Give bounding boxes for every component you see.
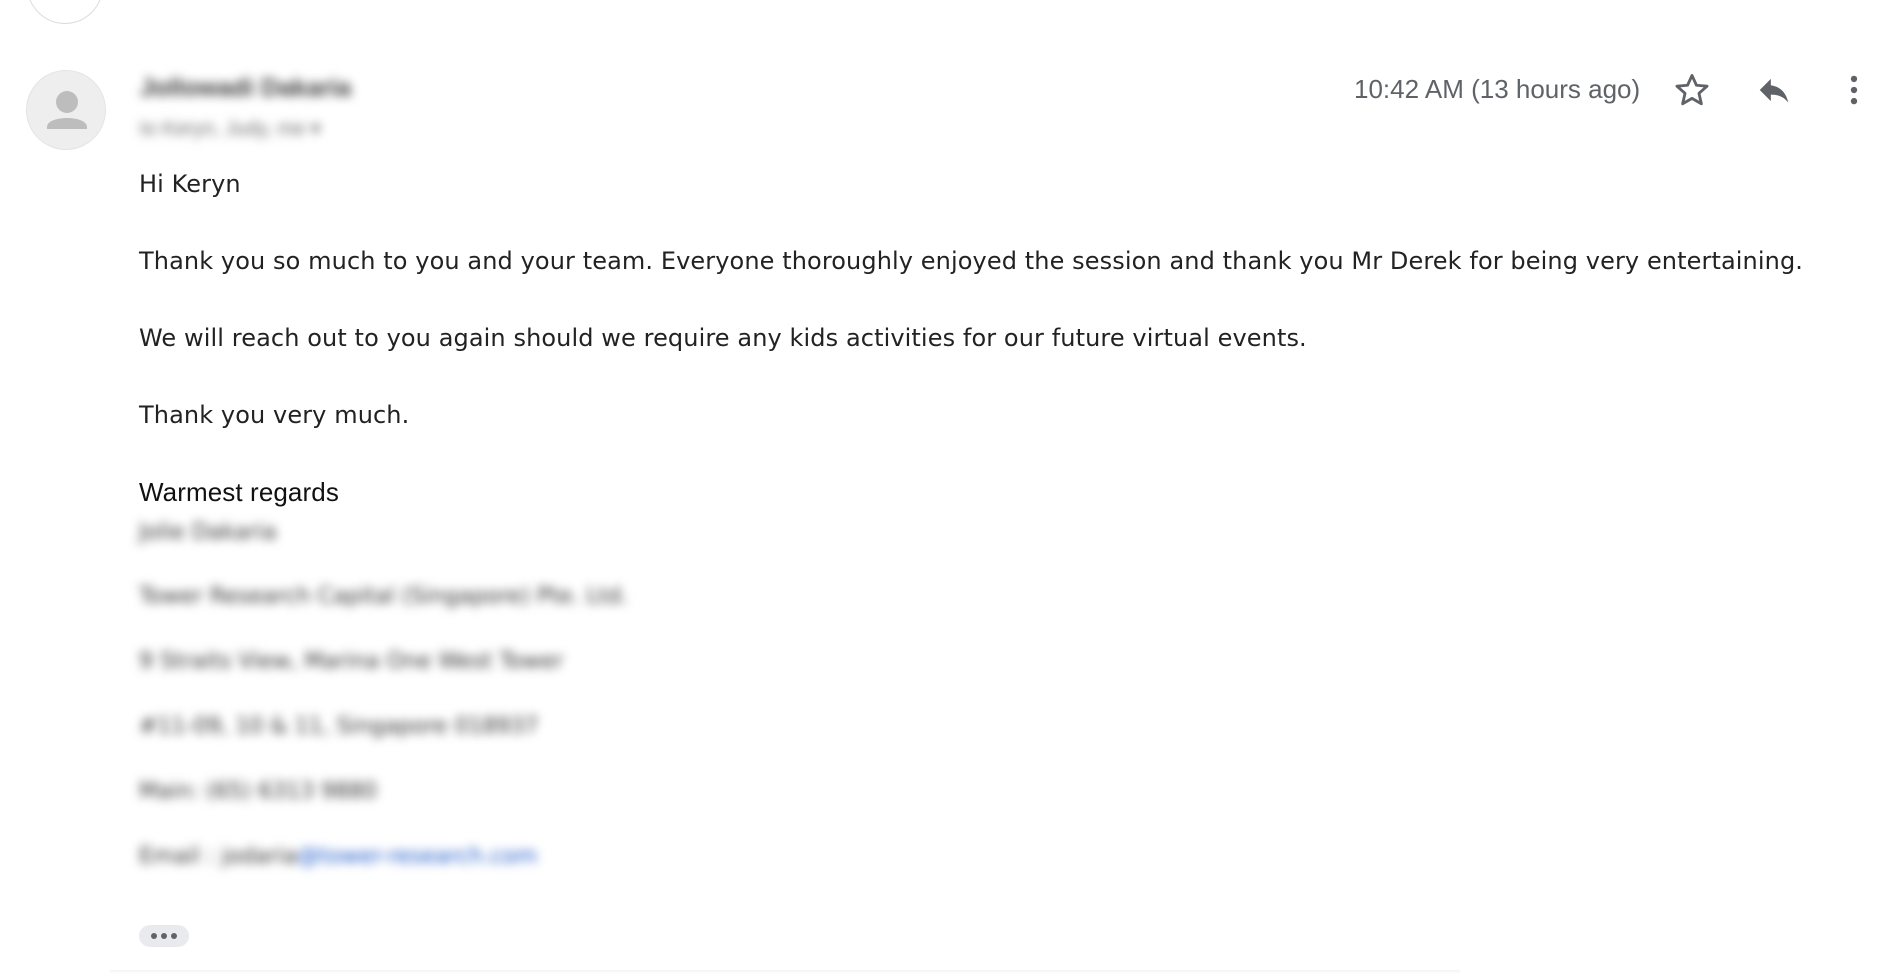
reply-icon (1759, 78, 1789, 103)
signature-email: Email : jodaria@tower-research.com (139, 844, 537, 869)
sender-name[interactable]: Jollowadi Dakaria (140, 74, 351, 103)
more-options-button[interactable] (1832, 68, 1876, 112)
show-trimmed-content-button[interactable] (139, 925, 189, 947)
previous-message-avatar[interactable] (27, 0, 103, 24)
person-icon (47, 91, 87, 129)
email-paragraph: Thank you so much to you and your team. … (139, 247, 1804, 275)
signature-address-line: 9 Straits View, Marina One West Tower (139, 649, 564, 674)
signature-email-prefix: Email : jodaria (139, 844, 298, 869)
star-outline-icon (1675, 74, 1709, 106)
message-timestamp: 10:42 AM (13 hours ago) (1354, 74, 1641, 104)
dot (171, 933, 177, 939)
signature-email-link[interactable]: @tower-research.com (297, 844, 537, 869)
signature-phone: Main: (65) 6313 9880 (139, 779, 378, 804)
signature-name: Jolie Dakaria (139, 520, 277, 545)
more-vert-icon (1850, 75, 1858, 105)
dot (161, 933, 167, 939)
signature-company: Tower Research Capital (Singapore) Pte. … (139, 584, 629, 609)
dot (151, 933, 157, 939)
email-closing: Warmest regards (139, 477, 339, 507)
star-button[interactable] (1670, 68, 1714, 112)
reply-button[interactable] (1752, 68, 1796, 112)
recipient-details[interactable]: to Keryn, Judy, me ▾ (140, 116, 321, 141)
email-greeting: Hi Keryn (139, 170, 241, 198)
sender-avatar[interactable] (26, 70, 106, 150)
message-divider (110, 970, 1460, 974)
signature-address-line: #11-09, 10 & 11, Singapore 018937 (139, 714, 539, 739)
email-paragraph: We will reach out to you again should we… (139, 324, 1307, 352)
email-thread-view: Jollowadi Dakaria to Keryn, Judy, me ▾ 1… (0, 0, 1896, 974)
email-paragraph: Thank you very much. (139, 401, 410, 429)
